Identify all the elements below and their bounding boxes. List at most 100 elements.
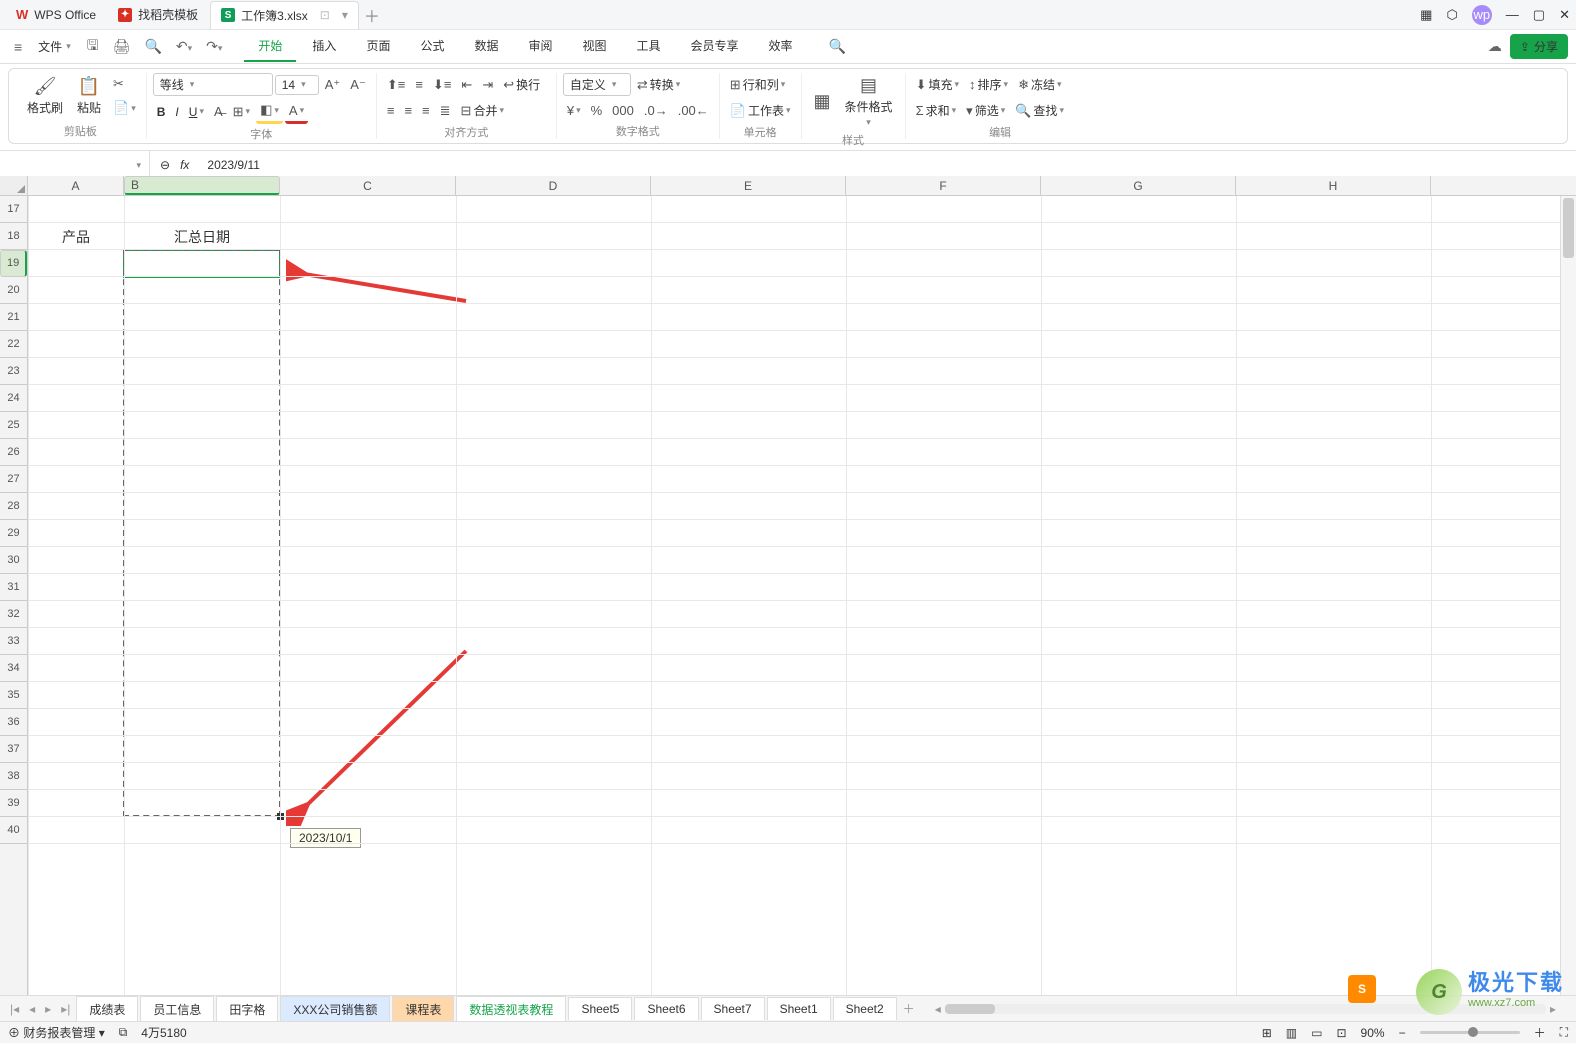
row-head-20[interactable]: 20 bbox=[0, 277, 27, 304]
bold-button[interactable]: B bbox=[153, 102, 170, 122]
grid-icon[interactable]: ▦ bbox=[1420, 7, 1432, 23]
zoom-in-button[interactable]: ＋ bbox=[1534, 1024, 1546, 1041]
row-head-26[interactable]: 26 bbox=[0, 439, 27, 466]
row-head-33[interactable]: 33 bbox=[0, 628, 27, 655]
fill-button[interactable]: ⬇填充▾ bbox=[912, 73, 963, 96]
row-head-35[interactable]: 35 bbox=[0, 682, 27, 709]
select-all-corner[interactable] bbox=[0, 176, 28, 195]
align-center-icon[interactable]: ≡ bbox=[400, 100, 416, 121]
tab-nav-first[interactable]: |◂ bbox=[6, 1000, 23, 1018]
share-button[interactable]: ⇪分享 bbox=[1510, 34, 1568, 59]
col-head-B[interactable]: B bbox=[124, 176, 280, 195]
row-head-36[interactable]: 36 bbox=[0, 709, 27, 736]
search-icon[interactable]: 🔍 bbox=[829, 38, 846, 55]
close-window-button[interactable]: ✕ bbox=[1559, 7, 1570, 23]
col-head-D[interactable]: D bbox=[456, 176, 651, 195]
align-middle-icon[interactable]: ≡ bbox=[411, 74, 427, 95]
tab-member[interactable]: 会员专享 bbox=[677, 31, 753, 62]
sheet-tab-active[interactable]: XXX公司销售额 bbox=[280, 996, 390, 1022]
row-head-30[interactable]: 30 bbox=[0, 547, 27, 574]
hamburger-icon[interactable]: ≡ bbox=[8, 35, 28, 59]
decrease-font-icon[interactable]: A⁻ bbox=[346, 74, 370, 96]
app-tab-templates[interactable]: ✦ 找稻壳模板 bbox=[108, 1, 208, 29]
zoom-value[interactable]: 90% bbox=[1361, 1026, 1385, 1040]
font-name-select[interactable]: 等线▾ bbox=[153, 73, 273, 96]
file-menu[interactable]: 文件▾ bbox=[30, 34, 79, 59]
tab-view[interactable]: 视图 bbox=[569, 31, 621, 62]
dec-dec-icon[interactable]: .00← bbox=[674, 100, 713, 121]
row-head-17[interactable]: 17 bbox=[0, 196, 27, 223]
cloud-icon[interactable]: ☁ bbox=[1482, 34, 1508, 59]
user-avatar[interactable]: wp bbox=[1472, 5, 1492, 25]
indent-dec-icon[interactable]: ⇤ bbox=[457, 74, 476, 96]
tab-start[interactable]: 开始 bbox=[244, 31, 296, 62]
convert-button[interactable]: ⇄转换▾ bbox=[633, 73, 684, 96]
justify-icon[interactable]: ≣ bbox=[436, 100, 455, 122]
tab-page[interactable]: 页面 bbox=[352, 31, 404, 62]
format-painter-button[interactable]: 🖌格式刷 bbox=[21, 74, 69, 118]
doc-more-icon[interactable]: ⊡ bbox=[320, 8, 330, 22]
zoom-slider[interactable] bbox=[1420, 1031, 1520, 1034]
close-tab-icon[interactable]: ▾ bbox=[342, 8, 348, 22]
tab-nav-prev[interactable]: ◂ bbox=[25, 1000, 39, 1018]
row-head-37[interactable]: 37 bbox=[0, 736, 27, 763]
fullscreen-icon[interactable]: ⛶ bbox=[1560, 1025, 1568, 1040]
tab-insert[interactable]: 插入 bbox=[298, 31, 350, 62]
underline-button[interactable]: U▾ bbox=[185, 102, 208, 122]
thousands-icon[interactable]: 000 bbox=[608, 100, 638, 121]
col-head-H[interactable]: H bbox=[1236, 176, 1431, 195]
sheet-tab[interactable]: 员工信息 bbox=[140, 996, 214, 1022]
grid[interactable]: 产品 汇总日期 2023/9/11 2023/10/1 bbox=[28, 196, 1576, 995]
italic-button[interactable]: I bbox=[171, 102, 182, 122]
tab-data[interactable]: 数据 bbox=[460, 31, 512, 62]
row-head-23[interactable]: 23 bbox=[0, 358, 27, 385]
row-head-32[interactable]: 32 bbox=[0, 601, 27, 628]
merge-button[interactable]: ⊟合并▾ bbox=[457, 99, 508, 122]
row-head-40[interactable]: 40 bbox=[0, 817, 27, 844]
col-head-C[interactable]: C bbox=[280, 176, 456, 195]
row-head-24[interactable]: 24 bbox=[0, 385, 27, 412]
tab-efficiency[interactable]: 效率 bbox=[755, 31, 807, 62]
tab-nav-last[interactable]: ▸| bbox=[57, 1000, 74, 1018]
tab-formula[interactable]: 公式 bbox=[406, 31, 458, 62]
strike-button[interactable]: A̶ bbox=[210, 101, 227, 122]
preview-icon[interactable]: 🔍 bbox=[138, 34, 167, 59]
fx-cancel-icon[interactable]: ⊖ bbox=[160, 158, 170, 172]
row-head-21[interactable]: 21 bbox=[0, 304, 27, 331]
row-head-29[interactable]: 29 bbox=[0, 520, 27, 547]
vertical-scrollbar[interactable] bbox=[1560, 196, 1576, 995]
copy-icon[interactable]: 📄▾ bbox=[109, 97, 140, 119]
table-style-icon[interactable]: ▦ bbox=[808, 89, 837, 114]
sort-button[interactable]: ↕排序▾ bbox=[965, 73, 1012, 96]
row-head-18[interactable]: 18 bbox=[0, 223, 27, 250]
number-format-select[interactable]: 自定义▾ bbox=[563, 73, 631, 96]
filter-button[interactable]: ▾筛选▾ bbox=[962, 99, 1009, 122]
currency-icon[interactable]: ¥▾ bbox=[563, 100, 585, 121]
row-head-19[interactable]: 19 bbox=[0, 250, 27, 277]
sheet-tab[interactable]: Sheet1 bbox=[767, 997, 831, 1020]
sheet-tab[interactable]: Sheet2 bbox=[833, 997, 897, 1020]
sheet-tab[interactable]: 田字格 bbox=[216, 996, 278, 1022]
print-icon[interactable]: 🖨 bbox=[107, 34, 137, 59]
redo-icon[interactable]: ↷▾ bbox=[200, 34, 228, 59]
increase-font-icon[interactable]: A⁺ bbox=[321, 74, 345, 96]
row-head-28[interactable]: 28 bbox=[0, 493, 27, 520]
new-tab-button[interactable]: ＋ bbox=[361, 3, 383, 27]
col-head-A[interactable]: A bbox=[28, 176, 124, 195]
paste-button[interactable]: 📋粘贴 bbox=[71, 74, 107, 118]
find-button[interactable]: 🔍查找▾ bbox=[1011, 99, 1068, 122]
row-head-39[interactable]: 39 bbox=[0, 790, 27, 817]
cond-format-button[interactable]: ▤条件格式▾ bbox=[839, 73, 899, 130]
view-page-icon[interactable]: ▥ bbox=[1286, 1026, 1297, 1040]
app-tab-document[interactable]: S 工作簿3.xlsx ⊡ ▾ bbox=[210, 1, 359, 29]
row-head-34[interactable]: 34 bbox=[0, 655, 27, 682]
scroll-thumb[interactable] bbox=[1563, 198, 1574, 258]
sheet-tab[interactable]: Sheet5 bbox=[568, 997, 632, 1020]
formula-input[interactable]: 2023/9/11 bbox=[199, 158, 1576, 172]
tab-tools[interactable]: 工具 bbox=[623, 31, 675, 62]
cut-icon[interactable]: ✂ bbox=[109, 73, 140, 95]
col-head-E[interactable]: E bbox=[651, 176, 846, 195]
undo-icon[interactable]: ↶▾ bbox=[170, 34, 198, 59]
wrap-button[interactable]: ↩换行 bbox=[499, 73, 544, 96]
row-head-22[interactable]: 22 bbox=[0, 331, 27, 358]
